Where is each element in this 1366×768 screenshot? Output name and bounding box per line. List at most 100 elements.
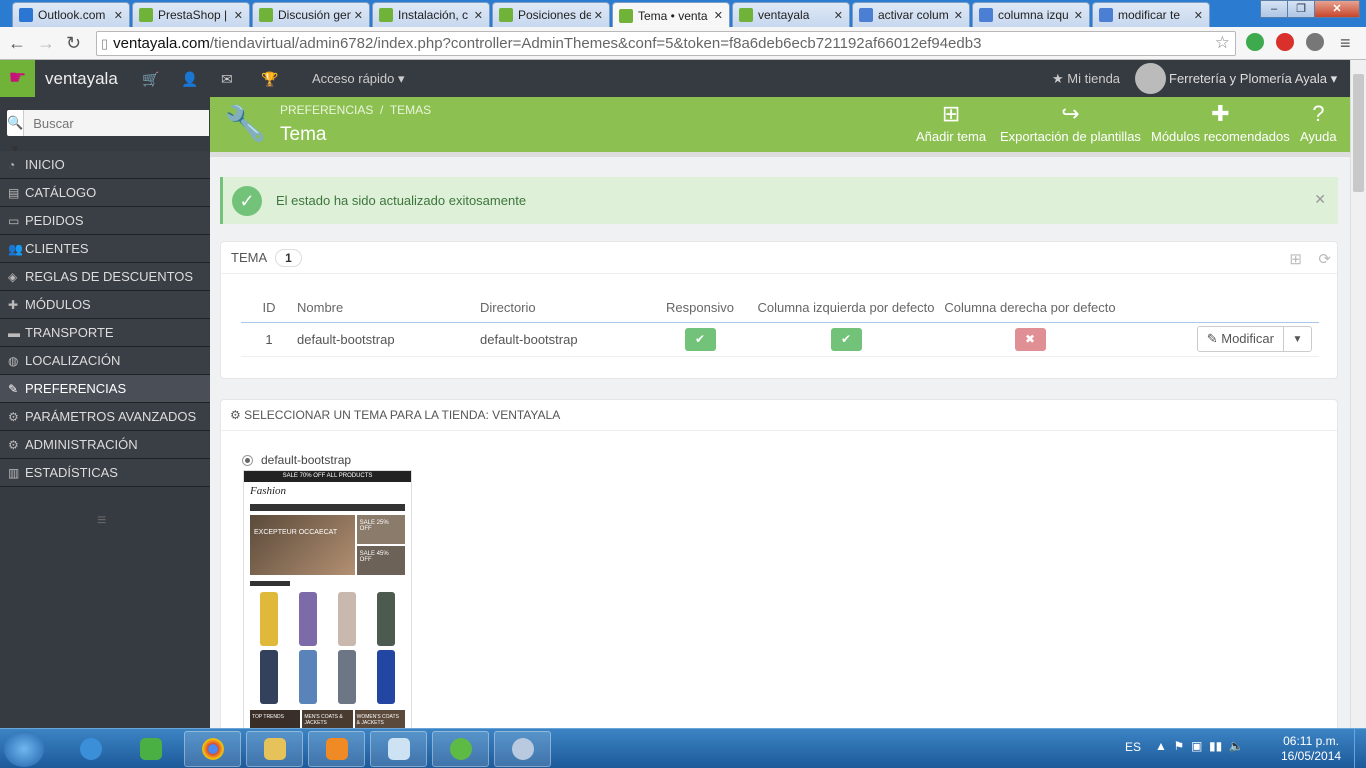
taskbar-explorer[interactable] — [246, 731, 303, 767]
responsive-enabled-toggle[interactable]: ✔ — [684, 327, 716, 351]
table-row[interactable]: 1 default-bootstrap default-bootstrap ✔ … — [241, 322, 1319, 357]
prestashop-icon — [499, 8, 513, 22]
sidebar-menu: ◔ INICIO ▤ CATÁLOGO ▭ PEDIDOS 👥 CLIENTES ◈ RE… — [0, 151, 210, 487]
sidebar-item-preferencias[interactable]: ✎ PREFERENCIAS — [0, 375, 210, 403]
recommended-modules-button[interactable]: ✚ Módulos recomendados — [1151, 101, 1290, 144]
close-tab-icon[interactable]: ✕ — [1074, 9, 1083, 22]
tag-icon: ◈ — [8, 269, 18, 284]
cart-icon[interactable]: 🛒 — [142, 71, 159, 88]
browser-tab[interactable]: Instalación, c ✕ — [372, 2, 490, 27]
minimize-icon[interactable]: – — [1260, 0, 1288, 18]
search-options-button[interactable]: 🔍▾ — [7, 110, 25, 156]
system-tray[interactable]: ▲ ⚑ ▣ ▮▮ 🔈 — [1155, 739, 1244, 753]
sidebar-item-inicio[interactable]: ◔ INICIO — [0, 151, 210, 179]
browser-tab[interactable]: Posiciones de ✕ — [492, 2, 610, 27]
extension-icon[interactable] — [1246, 33, 1264, 51]
add-icon[interactable]: ⊞ — [1289, 250, 1302, 268]
quick-access-dropdown[interactable]: Acceso rápido ▾ — [312, 71, 405, 87]
search-input[interactable] — [24, 110, 210, 136]
browser-tab[interactable]: activar colum ✕ — [852, 2, 970, 27]
browser-tab[interactable]: columna izqu ✕ — [972, 2, 1090, 27]
sidebar-item-administracion[interactable]: ⚙ ADMINISTRACIÓN — [0, 431, 210, 459]
envelope-icon[interactable]: ✉ — [221, 71, 233, 88]
forward-icon[interactable]: → — [37, 33, 55, 54]
address-bar[interactable]: ▯ ventayala.com/tiendavirtual/admin6782/… — [96, 31, 1236, 56]
sidebar-item-pedidos[interactable]: ▭ PEDIDOS — [0, 207, 210, 235]
help-button[interactable]: ? Ayuda — [1300, 101, 1337, 144]
edit-dropdown-toggle[interactable]: ▼ — [1284, 334, 1311, 345]
close-tab-icon[interactable]: ✕ — [954, 9, 963, 22]
theme-preview-image[interactable]: SALE 70% OFF ALL PRODUCTS Fashion EXCEPT… — [243, 470, 412, 740]
trophy-icon[interactable]: 🏆 — [261, 71, 278, 88]
collapse-menu-icon[interactable]: ≡ — [97, 512, 106, 530]
sidebar-item-modulos[interactable]: ✚ MÓDULOS — [0, 291, 210, 319]
close-icon[interactable]: ✕ — [1314, 191, 1326, 208]
edit-button[interactable]: ✎ Modificar — [1198, 327, 1284, 351]
scrollbar-thumb[interactable] — [1353, 74, 1364, 192]
close-tab-icon[interactable]: ✕ — [354, 9, 363, 22]
show-desktop-button[interactable] — [1354, 729, 1366, 768]
prestashop-icon — [139, 8, 153, 22]
taskbar-app[interactable] — [432, 731, 489, 767]
scrollbar[interactable] — [1350, 60, 1366, 728]
shop-name[interactable]: ventayala — [45, 69, 118, 89]
sidebar-item-parametros[interactable]: ⚙ PARÁMETROS AVANZADOS — [0, 403, 210, 431]
close-tab-icon[interactable]: ✕ — [594, 9, 603, 22]
start-button[interactable] — [4, 731, 44, 767]
edit-button-group: ✎ Modificar ▼ — [1196, 326, 1312, 352]
close-tab-icon[interactable]: ✕ — [714, 9, 723, 22]
taskbar-media[interactable] — [308, 731, 365, 767]
taskbar-paint[interactable] — [494, 731, 551, 767]
browser-tab-active[interactable]: Tema • venta ✕ — [612, 2, 730, 28]
my-store-link[interactable]: ★ Mi tienda — [1052, 71, 1120, 87]
wrench-icon: ✎ — [8, 381, 19, 396]
browser-tab[interactable]: modificar te ✕ — [1092, 2, 1210, 27]
truck-icon: ▬ — [8, 325, 20, 340]
prestashop-logo-icon[interactable]: ☛ — [0, 60, 35, 97]
taskbar-app[interactable] — [122, 731, 179, 767]
sidebar-item-localizacion[interactable]: ◍ LOCALIZACIÓN — [0, 347, 210, 375]
sidebar-item-clientes[interactable]: 👥 CLIENTES — [0, 235, 210, 263]
taskbar-chrome[interactable] — [184, 731, 241, 767]
taskbar-notepad[interactable] — [370, 731, 427, 767]
extension-icon[interactable] — [1306, 33, 1324, 51]
maximize-icon[interactable]: ❐ — [1287, 0, 1315, 18]
reload-icon[interactable]: ↻ — [66, 33, 81, 54]
breadcrumb: PREFERENCIAS / TEMAS — [280, 103, 432, 117]
refresh-icon[interactable]: ⟳ — [1318, 250, 1331, 268]
browser-tab[interactable]: Outlook.com ✕ — [12, 2, 130, 27]
puzzle-icon: ✚ — [8, 297, 19, 312]
avatar[interactable] — [1135, 63, 1166, 94]
export-templates-button[interactable]: ↪ Exportación de plantillas — [1000, 101, 1141, 144]
close-tab-icon[interactable]: ✕ — [474, 9, 483, 22]
browser-tab[interactable]: Discusión gen ✕ — [252, 2, 370, 27]
browser-tab[interactable]: ventayala ✕ — [732, 2, 850, 27]
adblock-icon[interactable] — [1276, 33, 1294, 51]
sidebar-item-reglas[interactable]: ◈ REGLAS DE DESCUENTOS — [0, 263, 210, 291]
employee-dropdown[interactable]: Ferretería y Plomería Ayala ▾ — [1169, 71, 1337, 87]
language-indicator[interactable]: ES — [1125, 740, 1141, 754]
close-tab-icon[interactable]: ✕ — [114, 9, 123, 22]
theme-radio[interactable] — [242, 455, 253, 466]
header-divider — [210, 152, 1350, 157]
cogs-icon: ⚙ — [8, 409, 19, 424]
close-tab-icon[interactable]: ✕ — [1194, 9, 1203, 22]
right-column-disabled-toggle[interactable]: ✖ — [1014, 327, 1046, 351]
taskbar-ie[interactable] — [62, 731, 119, 767]
close-window-icon[interactable]: ✕ — [1314, 0, 1360, 18]
sidebar-item-transporte[interactable]: ▬ TRANSPORTE — [0, 319, 210, 347]
user-icon[interactable]: 👤 — [181, 71, 198, 88]
clock[interactable]: 06:11 p.m. 16/05/2014 — [1281, 734, 1341, 764]
sidebar-item-estadisticas[interactable]: ▥ ESTADÍSTICAS — [0, 459, 210, 487]
prestashop-icon — [379, 8, 393, 22]
close-tab-icon[interactable]: ✕ — [834, 9, 843, 22]
left-column-enabled-toggle[interactable]: ✔ — [830, 327, 862, 351]
back-icon[interactable]: ← — [8, 33, 26, 54]
bookmark-star-icon[interactable]: ☆ — [1215, 33, 1230, 53]
sidebar-item-catalogo[interactable]: ▤ CATÁLOGO — [0, 179, 210, 207]
close-tab-icon[interactable]: ✕ — [234, 9, 243, 22]
menu-icon[interactable]: ≡ — [1340, 33, 1351, 54]
browser-tab[interactable]: PrestaShop | ✕ — [132, 2, 250, 27]
add-theme-button[interactable]: ⊞ Añadir tema — [916, 101, 986, 144]
gear-icon: ⚙ — [8, 437, 19, 452]
